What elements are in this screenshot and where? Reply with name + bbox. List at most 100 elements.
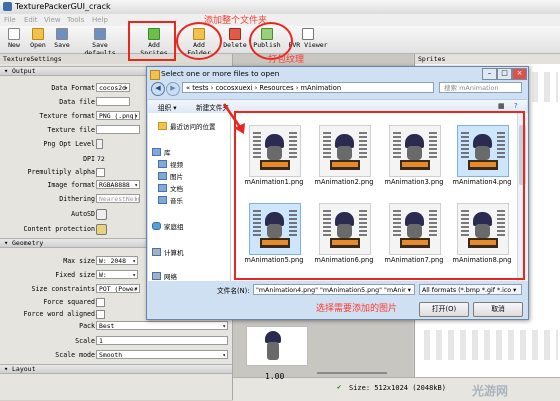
sprite-preview [246, 326, 308, 366]
organize-menu[interactable]: 组织 ▾ [158, 102, 177, 112]
sprite-list-bottom[interactable] [418, 330, 558, 360]
texture-file-input[interactable] [96, 125, 140, 134]
content-protection-label: Content protection [23, 225, 95, 233]
dithering-select[interactable]: NearestNeigh [96, 194, 140, 203]
scale-input[interactable]: 1 [96, 336, 228, 345]
premultiply-alpha-checkbox[interactable] [96, 168, 105, 177]
tree-network[interactable]: 网络 [152, 271, 177, 281]
status-bar: 1.00 ✔ Size: 512x1024 (2048kB) [233, 372, 560, 401]
size-constraints-select[interactable]: POT (Power [96, 284, 140, 293]
data-format-select[interactable]: cocos2d [96, 83, 130, 92]
tree-recent[interactable]: 最近访问的位置 [158, 121, 216, 131]
scale-mode-label: Scale mode [55, 351, 95, 359]
document-icon [158, 184, 167, 192]
add-folder-note: 添加整个文件夹 [204, 16, 268, 26]
pvr-viewer-button[interactable]: PVR Viewer [288, 28, 328, 51]
tree-music[interactable]: 音乐 [158, 195, 183, 205]
open-button[interactable]: 打开(O) [419, 302, 469, 317]
texture-format-select[interactable]: PNG (.png) [96, 111, 140, 120]
tree-videos[interactable]: 视频 [158, 159, 183, 169]
address-bar: ◀ ▶ « tests › cocosxuexi › Resources › m… [151, 81, 524, 96]
picture-icon [158, 172, 167, 180]
sprite-body [267, 342, 279, 360]
png-opt-level-slider[interactable] [96, 139, 103, 149]
close-button[interactable]: × [512, 68, 527, 80]
forward-arrow-icon[interactable]: ▶ [166, 82, 180, 96]
back-arrow-icon[interactable]: ◀ [151, 82, 165, 96]
open-button[interactable]: Open [28, 28, 48, 51]
computer-icon [152, 248, 161, 256]
force-word-aligned-checkbox[interactable] [96, 310, 105, 319]
lock-icon[interactable] [96, 224, 107, 235]
status-ok-icon: ✔ [337, 383, 342, 391]
zoom-value[interactable]: 1.00 [265, 372, 284, 381]
window-title: TexturePackerGUI_crack [15, 2, 111, 11]
breadcrumb[interactable]: « tests › cocosxuexi › Resources › mAnim… [182, 82, 434, 93]
force-squared-checkbox[interactable] [96, 298, 105, 307]
premultiply-alpha-label: Premultiply alpha [27, 168, 96, 176]
force-word-aligned-label: Force word aligned [23, 310, 95, 318]
tree-computer[interactable]: 计算机 [152, 247, 184, 257]
dpi-value[interactable]: 72 [97, 155, 105, 163]
max-size-label: Max size [63, 257, 95, 265]
image-format-select[interactable]: RGBA8888 [96, 180, 140, 189]
recent-places-icon [158, 122, 167, 130]
search-input[interactable]: 搜索 mAnimation [439, 82, 522, 93]
save-defaults-icon [94, 28, 106, 40]
minimize-button[interactable]: – [482, 68, 497, 80]
max-size-width-input[interactable]: W: 2048 [96, 256, 138, 265]
scale-label: Scale [75, 337, 95, 345]
cancel-button[interactable]: 取消 [473, 302, 523, 317]
delete-icon [229, 28, 241, 40]
dialog-folder-icon [150, 70, 160, 80]
dpi-label: DPI [83, 155, 95, 163]
filename-label: 文件名(N): [217, 287, 250, 295]
size-constraints-label: Size constraints [31, 285, 95, 293]
fixed-size-label: Fixed size [55, 271, 95, 279]
tree-documents[interactable]: 文档 [158, 183, 183, 193]
dialog-title: Select one or more files to open [161, 69, 280, 78]
navigation-tree: 最近访问的位置 库 视频 图片 文档 音乐 家庭组 计算机 网络 [148, 113, 231, 281]
save-defaults-button[interactable]: Save defaults [76, 28, 124, 57]
watermark-logo: 光游网 [472, 384, 509, 398]
save-button[interactable]: Save [52, 28, 72, 51]
autosd-label: AutoSD [71, 210, 95, 218]
image-format-label: Image format [47, 181, 95, 189]
help-icon[interactable]: ? [514, 102, 518, 110]
network-icon [152, 272, 161, 280]
add-sprites-highlight [128, 21, 176, 61]
menu-view[interactable]: View [44, 16, 61, 24]
library-icon [152, 148, 161, 156]
menu-tools[interactable]: Tools [67, 16, 84, 24]
tree-libraries[interactable]: 库 [152, 147, 171, 157]
texture-file-label: Texture file [47, 126, 95, 134]
data-file-label: Data file [59, 98, 95, 106]
maximize-button[interactable]: □ [497, 68, 512, 80]
new-button[interactable]: New [4, 28, 24, 51]
scale-mode-select[interactable]: Smooth [96, 350, 228, 359]
annotation-arrow-icon [222, 103, 245, 134]
music-icon [158, 196, 167, 204]
zoom-slider[interactable] [317, 372, 387, 374]
fixed-size-width-input[interactable]: W: [96, 270, 138, 279]
pack-select[interactable]: Best [96, 321, 228, 330]
filename-input[interactable]: "mAnimation4.png" "mAnimation5.png" "mAn… [253, 284, 415, 295]
menu-help[interactable]: Help [92, 16, 108, 24]
publish-note: 打包纹理 [268, 55, 305, 65]
force-squared-label: Force squared [43, 298, 95, 306]
view-options-icon[interactable]: ▦ [498, 102, 505, 110]
delete-button[interactable]: Delete [223, 28, 247, 51]
menu-file[interactable]: File [4, 16, 16, 24]
title-bar: TexturePackerGUI_crack [0, 0, 560, 15]
layout-section-header[interactable]: Layout [0, 364, 232, 374]
app-icon [3, 2, 12, 11]
autosd-gear-icon[interactable] [96, 209, 107, 220]
menu-edit[interactable]: Edit [24, 16, 38, 24]
open-folder-icon [32, 28, 44, 40]
video-icon [158, 160, 167, 168]
tree-homegroup[interactable]: 家庭组 [152, 221, 184, 231]
tree-pictures[interactable]: 图片 [158, 171, 183, 181]
data-file-input[interactable] [96, 97, 130, 106]
file-type-select[interactable]: All formats (*.bmp *.gif *.ico ▾ [419, 284, 522, 295]
pvr-viewer-icon [302, 28, 314, 40]
